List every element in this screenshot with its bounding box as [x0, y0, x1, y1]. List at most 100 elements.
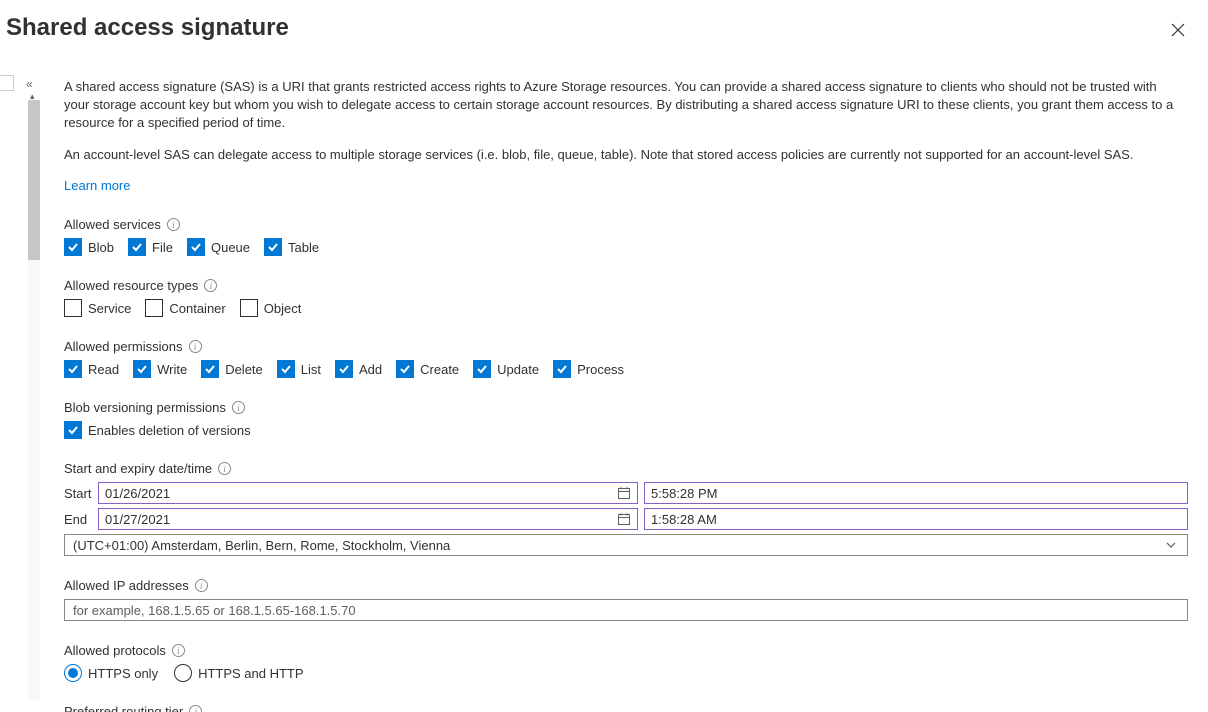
checkbox-label: Service	[88, 301, 131, 316]
checkbox-icon	[145, 299, 163, 317]
datetime-label-text: Start and expiry date/time	[64, 461, 212, 476]
checkbox-label: Enables deletion of versions	[88, 423, 251, 438]
page-title: Shared access signature	[0, 0, 1208, 42]
checkbox-icon	[396, 360, 414, 378]
checkbox-icon	[264, 238, 282, 256]
info-icon[interactable]: i	[189, 705, 202, 712]
blob-versioning-label-text: Blob versioning permissions	[64, 400, 226, 415]
main-content: A shared access signature (SAS) is a URI…	[64, 78, 1188, 712]
left-gutter: « ▴	[0, 75, 42, 705]
close-button[interactable]	[1170, 22, 1190, 42]
checkbox-blob[interactable]: Blob	[64, 238, 114, 256]
blob-versioning-label: Blob versioning permissions i	[64, 400, 1188, 415]
timezone-select[interactable]: (UTC+01:00) Amsterdam, Berlin, Bern, Rom…	[64, 534, 1188, 556]
checkbox-label: List	[301, 362, 321, 377]
datetime-label: Start and expiry date/time i	[64, 461, 1188, 476]
allowed-services-label: Allowed services i	[64, 217, 1188, 232]
allowed-resource-types-row: Service Container Object	[64, 299, 1188, 317]
radio-icon	[64, 664, 82, 682]
learn-more-link[interactable]: Learn more	[64, 178, 130, 193]
allowed-permissions-label: Allowed permissions i	[64, 339, 1188, 354]
checkbox-icon	[133, 360, 151, 378]
checkbox-icon	[553, 360, 571, 378]
allowed-resource-types-label-text: Allowed resource types	[64, 278, 198, 293]
checkbox-file[interactable]: File	[128, 238, 173, 256]
checkbox-label: Write	[157, 362, 187, 377]
allowed-permissions-label-text: Allowed permissions	[64, 339, 183, 354]
checkbox-label: Read	[88, 362, 119, 377]
checkbox-icon	[473, 360, 491, 378]
scrollbar-thumb[interactable]	[28, 100, 40, 260]
checkbox-label: Add	[359, 362, 382, 377]
timezone-value: (UTC+01:00) Amsterdam, Berlin, Bern, Rom…	[73, 538, 450, 553]
chevron-down-icon	[1165, 539, 1177, 554]
checkbox-queue[interactable]: Queue	[187, 238, 250, 256]
allowed-protocols-label-text: Allowed protocols	[64, 643, 166, 658]
checkbox-process[interactable]: Process	[553, 360, 624, 378]
checkbox-write[interactable]: Write	[133, 360, 187, 378]
checkbox-delete[interactable]: Delete	[201, 360, 263, 378]
checkbox-icon	[277, 360, 295, 378]
info-icon[interactable]: i	[218, 462, 231, 475]
routing-tier-label: Preferred routing tier i	[64, 704, 1188, 712]
allowed-ip-placeholder: for example, 168.1.5.65 or 168.1.5.65-16…	[73, 603, 356, 618]
end-date-input[interactable]: 01/27/2021	[98, 508, 638, 530]
calendar-icon[interactable]	[617, 512, 631, 529]
checkbox-container[interactable]: Container	[145, 299, 225, 317]
checkbox-label: Update	[497, 362, 539, 377]
radio-icon	[174, 664, 192, 682]
allowed-ip-label: Allowed IP addresses i	[64, 578, 1188, 593]
calendar-icon[interactable]	[617, 486, 631, 503]
radio-https-only[interactable]: HTTPS only	[64, 664, 158, 682]
checkbox-label: Table	[288, 240, 319, 255]
end-time-input[interactable]: 1:58:28 AM	[644, 508, 1188, 530]
close-icon	[1170, 22, 1186, 38]
checkbox-icon	[64, 421, 82, 439]
end-date-value: 01/27/2021	[105, 512, 170, 527]
allowed-protocols-row: HTTPS only HTTPS and HTTP	[64, 664, 1188, 682]
checkbox-object[interactable]: Object	[240, 299, 302, 317]
intro-paragraph-1: A shared access signature (SAS) is a URI…	[64, 78, 1184, 132]
checkbox-icon	[187, 238, 205, 256]
collapse-chevron-icon[interactable]: «	[26, 77, 33, 91]
checkbox-read[interactable]: Read	[64, 360, 119, 378]
info-icon[interactable]: i	[232, 401, 245, 414]
checkbox-icon	[64, 299, 82, 317]
checkbox-label: File	[152, 240, 173, 255]
info-icon[interactable]: i	[167, 218, 180, 231]
collapse-panel-handle[interactable]	[0, 75, 14, 91]
start-date-input[interactable]: 01/26/2021	[98, 482, 638, 504]
allowed-permissions-row: Read Write Delete List Add Create Update…	[64, 360, 1188, 378]
intro-paragraph-2: An account-level SAS can delegate access…	[64, 146, 1188, 164]
info-icon[interactable]: i	[204, 279, 217, 292]
checkbox-icon	[64, 360, 82, 378]
allowed-ip-label-text: Allowed IP addresses	[64, 578, 189, 593]
start-time-input[interactable]: 5:58:28 PM	[644, 482, 1188, 504]
info-icon[interactable]: i	[195, 579, 208, 592]
allowed-resource-types-label: Allowed resource types i	[64, 278, 1188, 293]
radio-https-and-http[interactable]: HTTPS and HTTP	[174, 664, 303, 682]
checkbox-label: Blob	[88, 240, 114, 255]
checkbox-enable-deletion-versions[interactable]: Enables deletion of versions	[64, 421, 251, 439]
radio-label: HTTPS and HTTP	[198, 666, 303, 681]
datetime-block: Start 01/26/2021 5:58:28 PM End 01/27/20…	[64, 482, 1188, 556]
info-icon[interactable]: i	[172, 644, 185, 657]
checkbox-create[interactable]: Create	[396, 360, 459, 378]
checkbox-service[interactable]: Service	[64, 299, 131, 317]
allowed-ip-input[interactable]: for example, 168.1.5.65 or 168.1.5.65-16…	[64, 599, 1188, 621]
checkbox-label: Object	[264, 301, 302, 316]
checkbox-label: Create	[420, 362, 459, 377]
checkbox-icon	[240, 299, 258, 317]
end-time-value: 1:58:28 AM	[651, 512, 717, 527]
checkbox-add[interactable]: Add	[335, 360, 382, 378]
checkbox-icon	[335, 360, 353, 378]
info-icon[interactable]: i	[189, 340, 202, 353]
start-date-value: 01/26/2021	[105, 486, 170, 501]
checkbox-update[interactable]: Update	[473, 360, 539, 378]
start-time-value: 5:58:28 PM	[651, 486, 718, 501]
checkbox-table[interactable]: Table	[264, 238, 319, 256]
checkbox-list[interactable]: List	[277, 360, 321, 378]
routing-tier-label-text: Preferred routing tier	[64, 704, 183, 712]
checkbox-icon	[128, 238, 146, 256]
end-label: End	[64, 512, 98, 527]
